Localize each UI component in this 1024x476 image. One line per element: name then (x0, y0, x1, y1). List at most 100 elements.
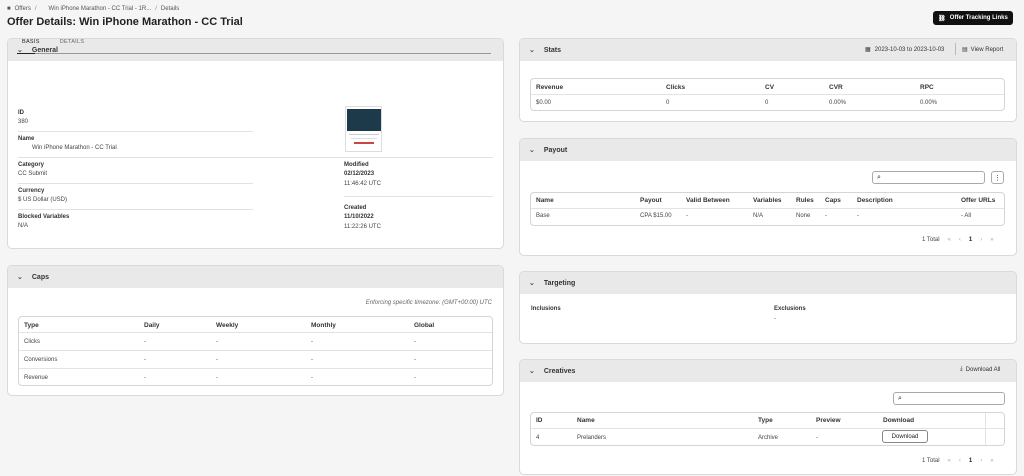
download-all-button[interactable]: ⤓ Download All (960, 366, 1000, 373)
table-row: Revenue (24, 375, 49, 381)
next-page-icon[interactable]: › (980, 237, 982, 243)
stats-col-rpc: RPC (920, 84, 934, 91)
blocked-variables-label: Blocked Variables (18, 214, 70, 220)
link-icon: ⛓ (938, 15, 946, 22)
stats-col-cv: CV (765, 84, 775, 91)
table-cell: - (144, 375, 146, 381)
table-cell: - (144, 357, 146, 363)
table-cell: - (311, 339, 313, 345)
table-row: 4 (536, 435, 540, 441)
offer-thumbnail-image (345, 106, 382, 152)
view-report-button[interactable]: ▤ View Report (962, 46, 1003, 54)
tab-basis[interactable]: BASIS (17, 37, 45, 53)
stats-date-range[interactable]: ▦ 2023-10-03 to 2023-10-03 (865, 46, 945, 54)
page-title: Offer Details: Win iPhone Marathon - CC … (7, 16, 243, 28)
stats-col-clicks: Clicks (666, 84, 686, 91)
breadcrumb-offer[interactable]: Win iPhone Marathon - CC Trial - 1R... (49, 6, 152, 12)
folder-icon: ■ (7, 6, 11, 12)
exclusions-label: Exclusions (774, 306, 806, 312)
targeting-card: ⌄ Targeting (519, 271, 1017, 344)
table-cell: - (816, 435, 818, 441)
payout-col-variables: Variables (753, 197, 782, 204)
download-all-label: Download All (965, 366, 1001, 373)
first-page-icon[interactable]: « (948, 458, 951, 464)
modified-date: 02/12/2023 (344, 171, 375, 177)
download-button[interactable]: Download (882, 430, 928, 443)
creatives-table: ID Name Type Preview Download 4 Prelande… (530, 412, 1005, 446)
caps-header[interactable]: ⌄ Caps (8, 266, 503, 288)
payout-more-button[interactable]: ⋮ (991, 171, 1004, 184)
caps-table: Type Daily Weekly Monthly Global Clicks … (18, 316, 493, 386)
general-tabs: BASIS DETAILS (17, 37, 491, 54)
stats-clicks-value: 0 (666, 100, 670, 106)
creatives-title: Creatives (543, 367, 576, 375)
table-cell: - (216, 339, 218, 345)
prev-page-icon[interactable]: ‹ (959, 237, 961, 243)
caps-col-type: Type (24, 322, 39, 329)
report-icon: ▤ (962, 47, 968, 53)
table-row[interactable]: Base (536, 213, 550, 219)
first-page-icon[interactable]: « (948, 237, 951, 243)
last-page-icon[interactable]: » (990, 237, 993, 243)
creatives-search-input[interactable]: ⌕ (893, 392, 1005, 405)
table-cell: - All (961, 213, 972, 219)
chevron-down-icon: ⌄ (529, 147, 535, 154)
payout-table: Name Payout Valid Between Variables Rule… (530, 192, 1005, 226)
next-page-icon[interactable]: › (980, 458, 982, 464)
stats-date-range-label: 2023-10-03 to 2023-10-03 (874, 46, 945, 53)
caps-col-monthly: Monthly (311, 322, 336, 329)
creatives-current-page[interactable]: 1 (969, 458, 972, 464)
payout-header[interactable]: ⌄ Payout (520, 139, 1016, 161)
inclusions-label: Inclusions (531, 306, 561, 312)
modified-label: Modified (344, 162, 369, 168)
stats-col-revenue: Revenue (536, 84, 564, 91)
table-cell: - (144, 339, 146, 345)
table-cell: CPA $15.00 (640, 213, 672, 219)
table-cell: - (216, 357, 218, 363)
targeting-header[interactable]: ⌄ Targeting (520, 272, 1016, 294)
caps-col-global: Global (414, 322, 435, 329)
created-time: 11:22:26 UTC (344, 224, 381, 230)
timezone-note: Enforcing specific timezone: (GMT+00:00)… (365, 300, 492, 306)
creatives-col-id: ID (536, 417, 543, 424)
table-cell: Archive (758, 435, 779, 441)
currency-value: $ US Dollar (USD) (18, 197, 68, 203)
payout-col-payout: Payout (640, 197, 662, 204)
table-cell: Prelanders (577, 435, 607, 441)
tab-active-indicator (17, 53, 35, 54)
table-cell: - (414, 357, 416, 363)
created-label: Created (344, 205, 367, 211)
chevron-down-icon: ⌄ (529, 368, 535, 375)
table-cell: - (825, 213, 827, 219)
table-row: Clicks (24, 339, 40, 345)
name-value: Win iPhone Marathon - CC Trial (32, 145, 117, 151)
creatives-col-type: Type (758, 417, 773, 424)
general-card: ⌄ General (7, 38, 504, 249)
last-page-icon[interactable]: » (990, 458, 993, 464)
tab-details[interactable]: DETAILS (55, 37, 90, 53)
category-label: Category (18, 162, 45, 168)
payout-current-page[interactable]: 1 (969, 237, 972, 243)
creatives-header[interactable]: ⌄ Creatives (520, 360, 1016, 382)
breadcrumb-offers[interactable]: Offers (15, 6, 31, 12)
payout-col-valid-between: Valid Between (686, 197, 730, 204)
table-cell: N/A (753, 213, 764, 219)
caps-col-weekly: Weekly (216, 322, 239, 329)
payout-total: 1 Total (922, 237, 940, 243)
table-cell: - (216, 375, 218, 381)
prev-page-icon[interactable]: ‹ (959, 458, 961, 464)
payout-col-rules: Rules (796, 197, 814, 204)
caps-col-daily: Daily (144, 322, 160, 329)
blocked-variables-value: N/A (18, 223, 29, 229)
table-cell: - (414, 339, 416, 345)
id-label: ID (18, 110, 24, 116)
payout-title: Payout (543, 146, 568, 154)
chevron-down-icon: ⌄ (529, 47, 535, 54)
table-cell: - (311, 357, 313, 363)
targeting-title: Targeting (543, 279, 576, 287)
payout-search-input[interactable]: ⌕ (872, 171, 985, 184)
offer-tracking-links-button[interactable]: ⛓ Offer Tracking Links (933, 11, 1013, 25)
creatives-col-download: Download (883, 417, 915, 424)
table-cell: - (311, 375, 313, 381)
id-value: 380 (18, 119, 29, 125)
